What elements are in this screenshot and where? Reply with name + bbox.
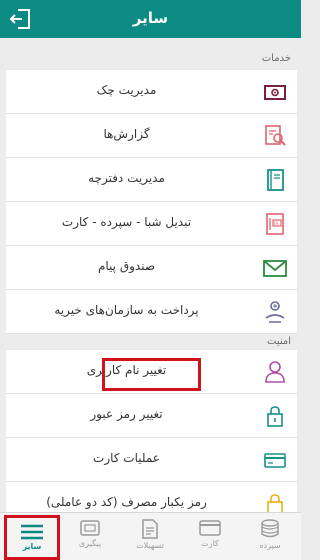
mail-icon <box>261 254 289 282</box>
section-title-services: خدمات <box>261 53 291 64</box>
list-item-change-password[interactable]: تغییر رمز عبور <box>6 394 297 438</box>
report-search-icon <box>261 122 289 150</box>
lock-icon <box>261 402 289 430</box>
tab-deposit[interactable]: سپرده <box>242 513 298 560</box>
list-item-label: گزارش‌ها <box>103 127 150 141</box>
list-item-label: پرداخت به سازمان‌های خیریه <box>54 303 199 317</box>
app-header: سایر <box>0 0 301 38</box>
list-item-one-time-password[interactable]: رمز یکبار مصرف (کد دو عاملی) <box>6 482 297 512</box>
tab-label: تسهیلات <box>136 541 164 550</box>
svg-text:IR: IR <box>274 221 278 227</box>
list-item-label: مدیریت چک <box>96 83 157 97</box>
user-icon <box>261 358 289 386</box>
menu-icon <box>21 524 43 540</box>
bottom-tab-bar: سایر پیگیری تسهیلات کارت سپرده <box>0 512 301 560</box>
list-item-cheque-management[interactable]: مدیریت چک <box>6 70 297 114</box>
tab-card[interactable]: کارت <box>182 513 238 560</box>
list-item-label: مدیریت دفترچه <box>88 171 165 185</box>
list-item-label: تغییر رمز عبور <box>90 407 163 421</box>
ir-document-icon: IR <box>261 210 289 238</box>
tab-label: کارت <box>201 539 219 548</box>
list-item-card-operations[interactable]: عملیات کارت <box>6 438 297 482</box>
card-icon <box>261 446 289 474</box>
tab-label: سایر <box>22 542 42 551</box>
list-item-label: تبدیل شبا - سپرده - کارت <box>61 215 192 229</box>
tab-label: سپرده <box>259 541 281 550</box>
tab-tracking[interactable]: پیگیری <box>62 513 118 560</box>
notebook-icon <box>261 166 289 194</box>
card-icon <box>199 520 221 536</box>
page-title: سایر <box>132 9 169 27</box>
list-item-label: صندوق پیام <box>97 259 156 273</box>
services-list: مدیریت چک گزارش‌ها مدیریت دفترچه تبدیل ش… <box>6 70 297 334</box>
highlight-box <box>102 358 201 391</box>
list-item-message-box[interactable]: صندوق پیام <box>6 246 297 290</box>
section-title-security: امنیت <box>267 336 291 347</box>
charity-icon <box>261 298 289 326</box>
list-item-label: رمز یکبار مصرف (کد دو عاملی) <box>46 495 207 509</box>
tab-other[interactable]: سایر <box>4 515 60 560</box>
list-item-charity-payment[interactable]: پرداخت به سازمان‌های خیریه <box>6 290 297 334</box>
list-item-label: عملیات کارت <box>93 451 160 465</box>
tab-label: پیگیری <box>78 539 102 548</box>
otp-lock-icon <box>261 490 289 512</box>
list-item-chequebook-management[interactable]: مدیریت دفترچه <box>6 158 297 202</box>
cheque-icon <box>261 78 289 106</box>
list-item-reports[interactable]: گزارش‌ها <box>6 114 297 158</box>
coins-icon <box>261 519 279 538</box>
document-icon <box>142 519 158 539</box>
tracking-icon <box>80 520 100 536</box>
list-item-sheba-conversion[interactable]: تبدیل شبا - سپرده - کارت IR <box>6 202 297 246</box>
tab-facilities[interactable]: تسهیلات <box>122 513 178 560</box>
